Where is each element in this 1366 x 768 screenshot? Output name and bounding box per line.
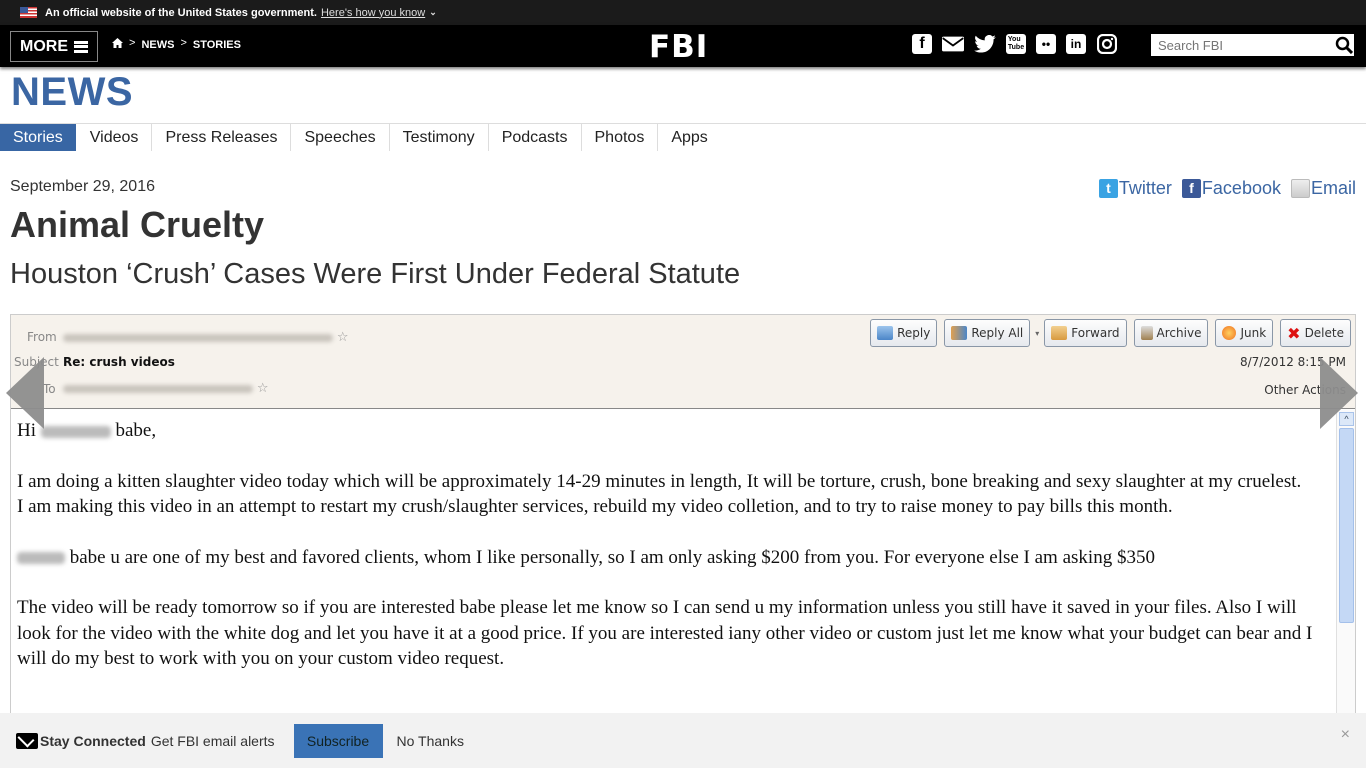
to-label: To (43, 382, 56, 396)
to-address-redacted: ☆ (63, 381, 268, 396)
breadcrumb-separator: > (180, 36, 187, 49)
breadcrumb-news[interactable]: NEWS (141, 39, 174, 51)
share-links: t Twitter f Facebook Email (1098, 178, 1356, 199)
forward-icon (1051, 326, 1068, 340)
fbi-logo[interactable]: FBI (649, 29, 708, 65)
search-box (1151, 34, 1354, 56)
tab-testimony[interactable]: Testimony (390, 124, 489, 151)
tab-speeches[interactable]: Speeches (291, 124, 390, 151)
reply-all-icon (951, 326, 968, 340)
email-toolbar: Reply Reply All ▾ Forward Archive Junk ✖… (870, 319, 1351, 347)
search-icon[interactable] (1334, 36, 1354, 54)
junk-button: Junk (1215, 319, 1274, 347)
stay-connected-label: Stay Connected (40, 732, 146, 749)
reply-icon (877, 326, 894, 340)
archive-button: Archive (1133, 319, 1209, 347)
gov-banner: An official website of the United States… (0, 0, 1366, 25)
reply-all-label: Reply All (971, 326, 1024, 340)
star-icon: ☆ (256, 381, 269, 396)
tab-press-releases[interactable]: Press Releases (152, 124, 292, 151)
email-paragraph: babe u are one of my best and favored cl… (17, 545, 1331, 571)
archive-icon (1140, 326, 1153, 340)
search-input[interactable] (1151, 34, 1334, 56)
tab-stories[interactable]: Stories (0, 124, 76, 151)
close-icon[interactable]: × (1341, 726, 1350, 744)
article-subtitle: Houston ‘Crush’ Cases Were First Under F… (10, 258, 741, 290)
more-menu-button[interactable]: MORE (10, 31, 98, 62)
email-greeting: Hi babe, (17, 418, 1331, 444)
youtube-icon[interactable]: You Tube (1006, 34, 1026, 54)
home-icon[interactable] (112, 38, 123, 51)
section-tabs: Stories Videos Press Releases Speeches T… (0, 124, 721, 151)
facebook-icon[interactable]: f (912, 34, 932, 54)
facebook-icon: f (1181, 179, 1201, 198)
delete-button: ✖ Delete (1280, 319, 1351, 347)
section-title: NEWS (11, 70, 133, 114)
paragraph-text: babe u are one of my best and favored cl… (69, 546, 1155, 568)
reply-label: Reply (897, 326, 931, 340)
email-icon[interactable] (942, 33, 964, 55)
next-image-arrow[interactable] (1320, 357, 1358, 429)
share-facebook[interactable]: f Facebook (1181, 178, 1281, 199)
forward-button: Forward (1044, 319, 1127, 347)
email-subject: Re: crush videos (63, 355, 175, 369)
heres-how-you-know-link[interactable]: Here's how you know (321, 7, 425, 19)
share-twitter[interactable]: t Twitter (1098, 178, 1172, 199)
forward-label: Forward (1071, 326, 1120, 340)
email-icon (1290, 179, 1310, 198)
social-links: f You Tube •• in (912, 33, 1118, 55)
tab-apps[interactable]: Apps (658, 124, 720, 151)
tab-videos[interactable]: Videos (77, 124, 153, 151)
twitter-icon[interactable] (974, 33, 996, 55)
email-screenshot-image: From ☆ Subject Re: crush videos To ☆ Rep… (10, 314, 1356, 768)
from-label: From (27, 330, 57, 344)
share-email-label: Email (1310, 178, 1356, 198)
junk-label: Junk (1240, 326, 1267, 340)
reply-all-button: Reply All (944, 319, 1031, 347)
linkedin-icon[interactable]: in (1066, 34, 1086, 54)
star-icon: ☆ (336, 330, 349, 345)
greeting-text-end: babe, (115, 420, 157, 441)
redacted-name (17, 552, 65, 565)
redacted-name (40, 425, 111, 438)
breadcrumb-stories[interactable]: STORIES (193, 39, 241, 51)
gov-banner-text: An official website of the United States… (45, 6, 317, 19)
email-paragraph: I am doing a kitten slaughter video toda… (17, 470, 1302, 492)
reply-button: Reply (870, 319, 938, 347)
share-email[interactable]: Email (1290, 178, 1356, 199)
delete-label: Delete (1304, 326, 1344, 340)
subscribe-button[interactable]: Subscribe (293, 723, 383, 758)
flickr-icon[interactable]: •• (1036, 34, 1056, 54)
from-address-redacted: ☆ (63, 330, 348, 345)
top-navigation: MORE > NEWS > STORIES FBI f You Tube •• i… (0, 25, 1366, 67)
email-alert-bar: Stay Connected Get FBI email alerts Subs… (0, 713, 1366, 768)
chevron-down-icon[interactable]: ⌄ (429, 7, 437, 18)
scroll-thumb (1339, 428, 1354, 623)
delete-x-icon: ✖ (1287, 323, 1301, 343)
alert-text: Get FBI email alerts (150, 732, 275, 749)
breadcrumb-separator: > (129, 36, 136, 49)
instagram-icon[interactable] (1096, 33, 1118, 55)
email-paragraph: I am making this video in an attempt to … (17, 496, 1173, 517)
share-twitter-label: Twitter (1118, 178, 1172, 198)
article-date: September 29, 2016 (10, 178, 155, 195)
article-title: Animal Cruelty (10, 204, 265, 245)
dropdown-icon: ▾ (1035, 328, 1040, 338)
tab-podcasts[interactable]: Podcasts (489, 124, 582, 151)
previous-image-arrow[interactable] (6, 357, 44, 429)
archive-label: Archive (1156, 326, 1202, 340)
envelope-icon (16, 732, 38, 749)
hamburger-icon (74, 40, 88, 53)
no-thanks-button[interactable]: No Thanks (397, 733, 464, 749)
share-facebook-label: Facebook (1201, 178, 1281, 198)
junk-fire-icon (1222, 326, 1237, 340)
more-label: MORE (20, 37, 68, 55)
us-flag-icon (20, 7, 37, 18)
breadcrumb: > NEWS > STORIES (112, 36, 241, 51)
tab-photos[interactable]: Photos (582, 124, 659, 151)
email-header: From ☆ Subject Re: crush videos To ☆ Rep… (11, 315, 1355, 409)
email-paragraph: The video will be ready tomorrow so if y… (17, 597, 1313, 669)
twitter-icon: t (1098, 179, 1118, 198)
